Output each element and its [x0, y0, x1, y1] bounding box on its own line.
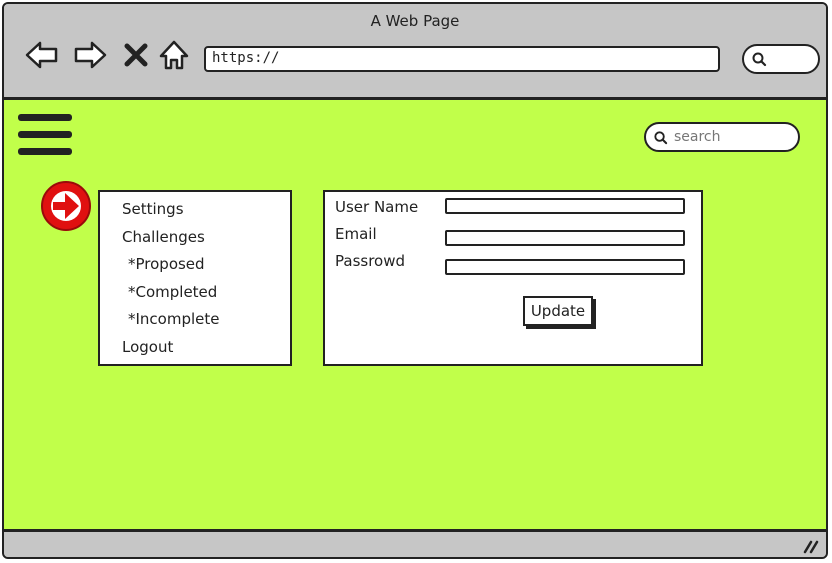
hamburger-menu-icon[interactable]: [18, 114, 72, 160]
page-content: Settings Challenges *Proposed *Completed…: [4, 100, 826, 532]
username-field[interactable]: [445, 198, 685, 214]
account-form: User Name Email Passrowd Update: [323, 190, 703, 366]
home-icon[interactable]: [156, 37, 192, 73]
browser-search-box[interactable]: [742, 44, 820, 74]
menu-item-settings[interactable]: Settings: [122, 196, 290, 224]
menu-item-completed[interactable]: *Completed: [122, 279, 290, 307]
close-icon[interactable]: [118, 37, 154, 73]
update-button[interactable]: Update: [523, 296, 593, 326]
password-field[interactable]: [445, 259, 685, 275]
search-icon: [752, 52, 767, 67]
forward-arrow-icon[interactable]: [72, 37, 108, 73]
search-icon: [654, 131, 668, 145]
username-label: User Name: [335, 198, 419, 216]
email-field[interactable]: [445, 230, 685, 246]
address-bar[interactable]: https://: [204, 46, 720, 72]
menu-item-challenges[interactable]: Challenges: [122, 224, 290, 252]
menu-item-incomplete[interactable]: *Incomplete: [122, 306, 290, 334]
menu-item-logout[interactable]: Logout: [122, 334, 290, 362]
status-bar: [4, 532, 826, 557]
browser-window: A Web Page https:// search Settings Chal…: [2, 2, 828, 559]
email-label: Email: [335, 225, 377, 243]
search-input[interactable]: [672, 126, 794, 148]
page-search-box[interactable]: [644, 122, 800, 152]
browser-toolbar: A Web Page https://: [4, 4, 826, 100]
menu-item-proposed[interactable]: *Proposed: [122, 251, 290, 279]
side-menu: Settings Challenges *Proposed *Completed…: [98, 190, 292, 366]
window-title: A Web Page: [370, 12, 460, 30]
arrow-right-icon[interactable]: [38, 178, 94, 234]
resize-grip-icon[interactable]: [802, 538, 820, 554]
password-label: Passrowd: [335, 252, 405, 270]
back-arrow-icon[interactable]: [24, 37, 60, 73]
